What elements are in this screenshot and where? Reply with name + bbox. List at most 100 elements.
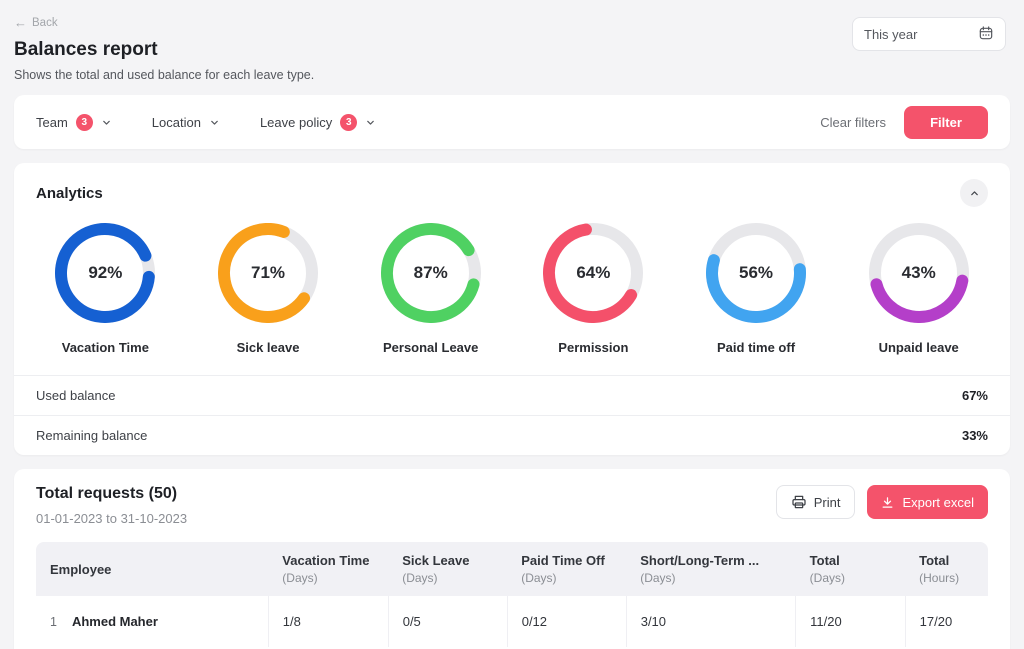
column-header: Vacation Time(Days) xyxy=(268,542,388,596)
column-label: Total xyxy=(919,553,974,568)
requests-title-block: Total requests (50) 01-01-2023 to 31-10-… xyxy=(36,485,187,526)
print-label: Print xyxy=(814,495,841,510)
row-index: 1 xyxy=(50,615,57,629)
back-link[interactable]: ← Back xyxy=(14,16,58,29)
donut-sick-leave: 71% Sick leave xyxy=(187,223,350,355)
column-label: Sick Leave xyxy=(402,553,493,568)
donut-label: Personal Leave xyxy=(383,340,478,355)
filter-leave-policy-label: Leave policy xyxy=(260,115,332,130)
requests-header: Total requests (50) 01-01-2023 to 31-10-… xyxy=(36,485,988,526)
export-excel-button[interactable]: Export excel xyxy=(867,485,988,519)
back-label: Back xyxy=(32,17,58,29)
balance-cell: 0/5 xyxy=(388,596,507,647)
column-unit: (Days) xyxy=(521,571,612,585)
filter-actions: Clear filters Filter xyxy=(820,106,988,139)
total-requests-card: Total requests (50) 01-01-2023 to 31-10-… xyxy=(14,469,1010,649)
filter-team[interactable]: Team 3 xyxy=(36,114,112,131)
used-balance-label: Used balance xyxy=(36,388,116,403)
donut-label: Permission xyxy=(558,340,628,355)
export-excel-label: Export excel xyxy=(902,495,974,510)
donut-percentage: 64% xyxy=(543,223,643,323)
column-header: Sick Leave (Days) xyxy=(388,542,507,596)
print-button[interactable]: Print xyxy=(776,485,856,519)
analytics-title: Analytics xyxy=(36,185,103,202)
column-unit: (Days) xyxy=(402,571,493,585)
calendar-icon xyxy=(978,25,994,44)
donut-chart: 71% xyxy=(218,223,318,323)
chevron-down-icon xyxy=(101,117,112,128)
donut-percentage: 43% xyxy=(869,223,969,323)
filter-team-badge: 3 xyxy=(76,114,93,131)
column-label: Employee xyxy=(50,562,254,577)
column-header: Total (Hours) xyxy=(905,542,988,596)
donut-chart: 87% xyxy=(381,223,481,323)
remaining-balance-value: 33% xyxy=(962,428,988,443)
table-row[interactable]: 1 Ahmed Maher 1/80/50/123/1011/2017/20 xyxy=(36,596,988,647)
requests-table: Employee Vacation Time(Days) Sick Leave (Da… xyxy=(36,542,988,647)
date-range-value: This year xyxy=(864,27,917,42)
donut-label: Sick leave xyxy=(237,340,300,355)
donut-chart: 43% xyxy=(869,223,969,323)
analytics-card: Analytics 92% Vacation Time 71% Sick leave 8… xyxy=(14,163,1010,455)
donut-percentage: 92% xyxy=(55,223,155,323)
column-unit: (Hours) xyxy=(919,571,974,585)
download-icon xyxy=(881,496,894,509)
used-balance-row: Used balance 67% xyxy=(14,375,1010,415)
printer-icon xyxy=(791,494,807,510)
filter-leave-policy[interactable]: Leave policy 3 xyxy=(260,114,376,131)
requests-date-range: 01-01-2023 to 31-10-2023 xyxy=(36,511,187,526)
filter-bar: Team 3 Location Leave policy 3 Clear fil… xyxy=(14,95,1010,149)
filter-team-label: Team xyxy=(36,115,68,130)
table-body: 1 Ahmed Maher 1/80/50/123/1011/2017/20 xyxy=(36,596,988,647)
filter-location-label: Location xyxy=(152,115,201,130)
date-range-select[interactable]: This year xyxy=(852,17,1006,51)
balance-cell: 1/8 xyxy=(268,596,388,647)
donut-label: Paid time off xyxy=(717,340,795,355)
requests-title: Total requests (50) xyxy=(36,485,187,503)
clear-filters-link[interactable]: Clear filters xyxy=(820,115,886,130)
donut-unpaid-leave: 43% Unpaid leave xyxy=(837,223,1000,355)
collapse-button[interactable] xyxy=(960,179,988,207)
remaining-balance-row: Remaining balance 33% xyxy=(14,415,1010,455)
used-balance-value: 67% xyxy=(962,388,988,403)
donut-chart: 92% xyxy=(55,223,155,323)
column-label: Short/Long-Term ... xyxy=(640,553,781,568)
table-header: Employee Vacation Time(Days) Sick Leave (Da… xyxy=(36,542,988,596)
column-header: Short/Long-Term ... (Days) xyxy=(626,542,795,596)
donut-permission: 64% Permission xyxy=(512,223,675,355)
column-unit: (Days) xyxy=(282,571,374,585)
employee-name: Ahmed Maher xyxy=(72,614,158,629)
balance-cell: 3/10 xyxy=(626,596,795,647)
donut-chart: 64% xyxy=(543,223,643,323)
column-unit: (Days) xyxy=(640,571,781,585)
chevron-down-icon xyxy=(365,117,376,128)
chevron-down-icon xyxy=(209,117,220,128)
employee-cell: 1 Ahmed Maher xyxy=(36,596,268,647)
column-header: Employee xyxy=(36,542,268,596)
column-label: Total xyxy=(810,553,891,568)
remaining-balance-label: Remaining balance xyxy=(36,428,147,443)
back-arrow-icon: ← xyxy=(14,16,27,29)
donut-percentage: 87% xyxy=(381,223,481,323)
filter-leave-policy-badge: 3 xyxy=(340,114,357,131)
filter-button[interactable]: Filter xyxy=(904,106,988,139)
donut-label: Unpaid leave xyxy=(879,340,959,355)
column-header: Total (Days) xyxy=(796,542,905,596)
donut-percentage: 71% xyxy=(218,223,318,323)
donut-vacation-time: 92% Vacation Time xyxy=(24,223,187,355)
balance-cell: 17/20 xyxy=(905,596,988,647)
donut-label: Vacation Time xyxy=(62,340,149,355)
column-unit: (Days) xyxy=(810,571,891,585)
page-subtitle: Shows the total and used balance for eac… xyxy=(14,68,1010,82)
balances-report-page: ← Back Balances report Shows the total a… xyxy=(0,0,1024,649)
table-header-row: Employee Vacation Time(Days) Sick Leave (Da… xyxy=(36,542,988,596)
donut-personal-leave: 87% Personal Leave xyxy=(349,223,512,355)
filter-location[interactable]: Location xyxy=(152,115,220,130)
column-header: Paid Time Off (Days) xyxy=(507,542,626,596)
balance-cell: 11/20 xyxy=(796,596,905,647)
balance-cell: 0/12 xyxy=(507,596,626,647)
donut-chart: 56% xyxy=(706,223,806,323)
column-label: Paid Time Off xyxy=(521,553,612,568)
donut-paid-time-off: 56% Paid time off xyxy=(675,223,838,355)
donut-percentage: 56% xyxy=(706,223,806,323)
